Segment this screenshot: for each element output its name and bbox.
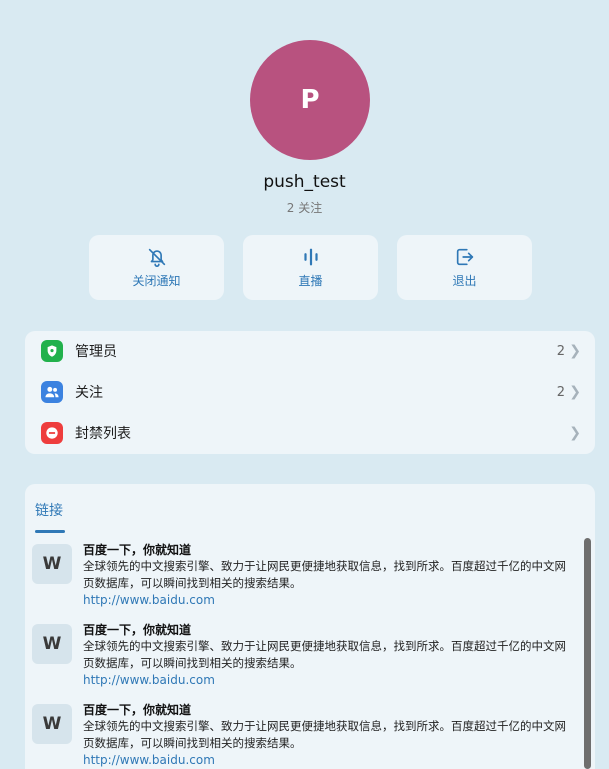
chevron-right-icon: ❯: [569, 343, 581, 359]
link-item[interactable]: W 百度一下，你就知道 全球领先的中文搜索引擎、致力于让网民更便捷地获取信息，找…: [25, 701, 585, 769]
member-menu: 管理员 2 ❯ 关注 2 ❯ 封禁列表 ❯: [25, 331, 595, 454]
profile-name: push_test: [263, 172, 346, 192]
live-audio-icon: [303, 248, 318, 266]
link-description: 全球领先的中文搜索引擎、致力于让网民更便捷地获取信息，找到所求。百度超过千亿的中…: [83, 639, 566, 670]
menu-item-label: 管理员: [75, 344, 117, 360]
avatar-initial: P: [300, 85, 320, 115]
avatar[interactable]: P: [250, 40, 370, 160]
link-url[interactable]: http://www.baidu.com: [83, 593, 215, 607]
bell-off-icon: [148, 248, 165, 267]
link-description: 全球领先的中文搜索引擎、致力于让网民更便捷地获取信息，找到所求。百度超过千亿的中…: [83, 719, 566, 750]
link-item[interactable]: W 百度一下，你就知道 全球领先的中文搜索引擎、致力于让网民更便捷地获取信息，找…: [25, 541, 585, 619]
link-thumbnail: W: [32, 704, 72, 744]
menu-item-count: 2: [556, 384, 565, 400]
link-url[interactable]: http://www.baidu.com: [83, 753, 215, 767]
exit-button[interactable]: 退出: [397, 235, 532, 300]
menu-item-admins[interactable]: 管理员 2 ❯: [25, 331, 595, 371]
link-description: 全球领先的中文搜索引擎、致力于让网民更便捷地获取信息，找到所求。百度超过千亿的中…: [83, 559, 566, 590]
link-thumbnail: W: [32, 544, 72, 584]
mute-notifications-label: 关闭通知: [132, 274, 181, 288]
link-item[interactable]: W 百度一下，你就知道 全球领先的中文搜索引擎、致力于让网民更便捷地获取信息，找…: [25, 621, 585, 699]
link-title: 百度一下，你就知道: [83, 543, 192, 557]
exit-icon: [456, 248, 473, 266]
live-label: 直播: [298, 274, 323, 288]
chevron-right-icon: ❯: [569, 384, 581, 400]
scrollbar[interactable]: [584, 538, 591, 769]
ban-icon: [41, 422, 63, 444]
admin-shield-icon: [41, 340, 63, 362]
link-title: 百度一下，你就知道: [83, 703, 192, 717]
live-button[interactable]: 直播: [243, 235, 378, 300]
menu-item-label: 封禁列表: [75, 426, 131, 442]
menu-item-count: 2: [556, 343, 565, 359]
tab-indicator: [35, 530, 65, 533]
menu-item-following[interactable]: 关注 2 ❯: [25, 372, 595, 412]
action-bar: 关闭通知 直播 退出: [89, 235, 532, 300]
link-thumbnail: W: [32, 624, 72, 664]
menu-item-ban-list[interactable]: 封禁列表 ❯: [25, 413, 595, 453]
link-title: 百度一下，你就知道: [83, 623, 192, 637]
menu-item-label: 关注: [75, 385, 103, 401]
tab-links[interactable]: 链接: [35, 500, 63, 520]
exit-label: 退出: [452, 274, 477, 288]
chevron-right-icon: ❯: [569, 425, 581, 441]
link-url[interactable]: http://www.baidu.com: [83, 673, 215, 687]
users-icon: [41, 381, 63, 403]
mute-notifications-button[interactable]: 关闭通知: [89, 235, 224, 300]
follow-count: 2 关注: [286, 201, 323, 215]
links-panel: 链接 W 百度一下，你就知道 全球领先的中文搜索引擎、致力于让网民更便捷地获取信…: [25, 484, 595, 769]
